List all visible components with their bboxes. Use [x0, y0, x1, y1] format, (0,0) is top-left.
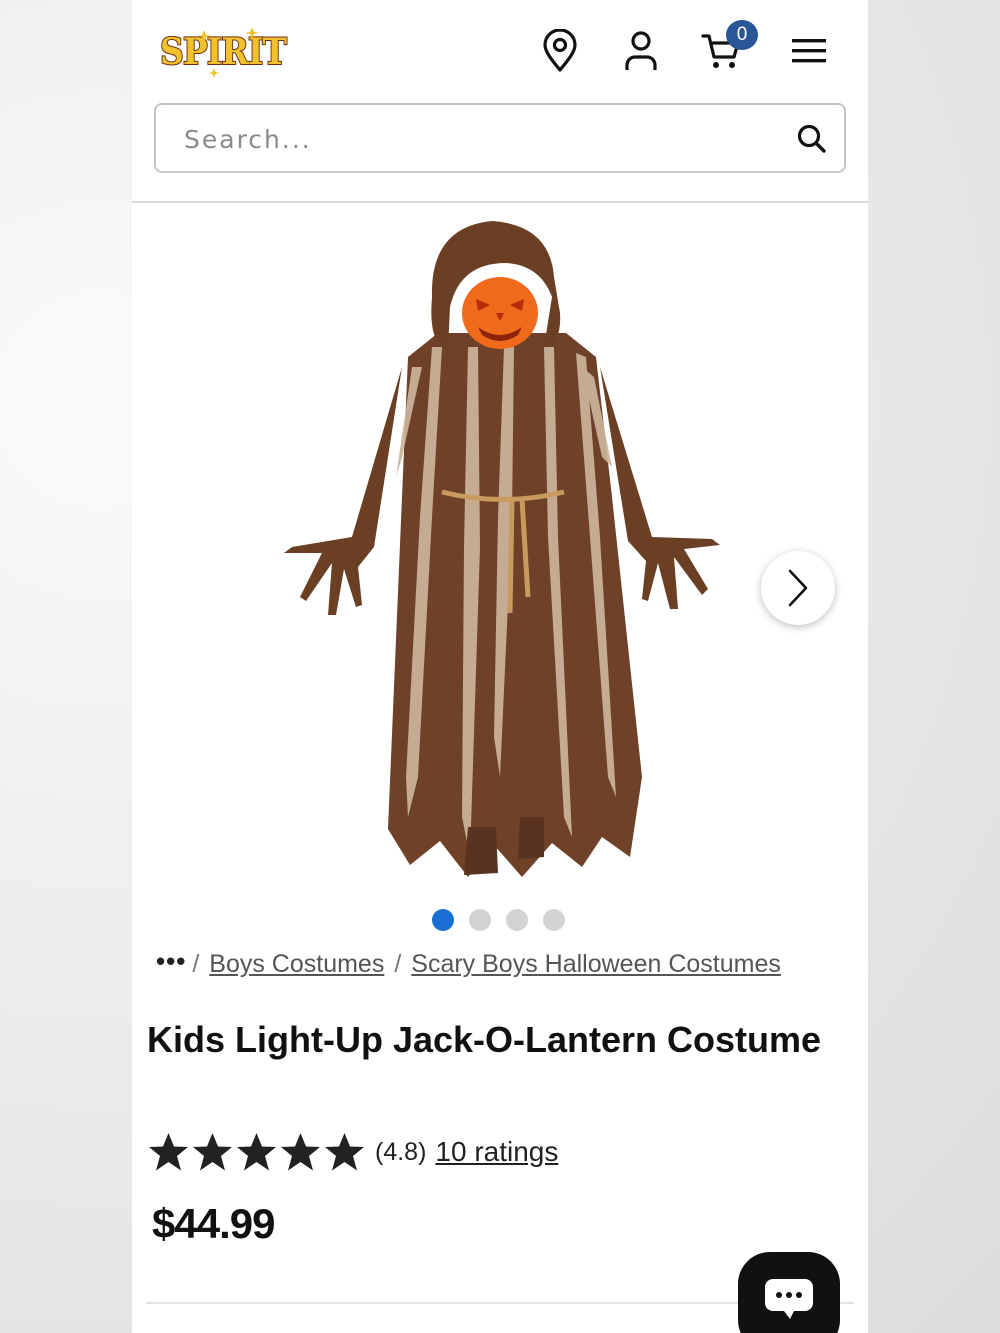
breadcrumb-boys-costumes[interactable]: Boys Costumes	[209, 950, 384, 979]
star-icon	[325, 1133, 364, 1171]
carousel-dot[interactable]	[543, 909, 565, 931]
product-price: $44.99	[152, 1200, 275, 1247]
mobile-page: SPIRIT 0 Search... ••• / Boys Costumes /…	[132, 0, 868, 1333]
star-icon	[237, 1133, 276, 1171]
star-icon	[193, 1133, 232, 1171]
account-button[interactable]	[618, 28, 664, 74]
rating-value: (4.8)	[375, 1137, 427, 1166]
map-pin-icon	[543, 29, 577, 72]
search-input[interactable]	[184, 117, 764, 161]
star-icon	[149, 1133, 188, 1171]
product-image	[284, 221, 720, 877]
search-icon	[797, 124, 826, 153]
menu-button[interactable]	[786, 28, 832, 74]
chat-button[interactable]	[738, 1252, 840, 1333]
hamburger-menu-icon	[792, 39, 826, 63]
search-button[interactable]	[796, 123, 828, 155]
search-bar	[154, 103, 846, 173]
breadcrumb-separator: /	[394, 949, 402, 978]
account-icon	[625, 31, 657, 70]
star-icon	[281, 1133, 320, 1171]
breadcrumb-separator: /	[192, 949, 200, 978]
breadcrumb-more[interactable]: •••	[156, 946, 186, 977]
next-image-button[interactable]	[761, 551, 835, 625]
carousel-pagination	[432, 909, 565, 931]
rating-stars	[148, 1132, 365, 1172]
product-rating: (4.8) 10 ratings	[148, 1130, 558, 1174]
breadcrumb-scary-boys-halloween-costumes[interactable]: Scary Boys Halloween Costumes	[411, 950, 781, 979]
breadcrumb: ••• / Boys Costumes / Scary Boys Hallowe…	[156, 946, 781, 982]
carousel-dot[interactable]	[469, 909, 491, 931]
ratings-count-link[interactable]: 10 ratings	[435, 1136, 558, 1168]
chat-bubble-icon	[765, 1279, 813, 1319]
cart-count-badge: 0	[726, 20, 758, 50]
carousel-dot[interactable]	[506, 909, 528, 931]
product-title: Kids Light-Up Jack-O-Lantern Costume	[147, 1019, 822, 1060]
spirit-logo[interactable]: SPIRIT	[156, 24, 290, 78]
carousel-dot[interactable]	[432, 909, 454, 931]
store-locator-button[interactable]	[537, 28, 583, 74]
site-header: SPIRIT 0	[132, 0, 868, 202]
product-image-carousel[interactable]	[132, 203, 868, 903]
chevron-right-icon	[788, 569, 808, 607]
logo-wordmark: SPIRIT	[160, 31, 287, 73]
